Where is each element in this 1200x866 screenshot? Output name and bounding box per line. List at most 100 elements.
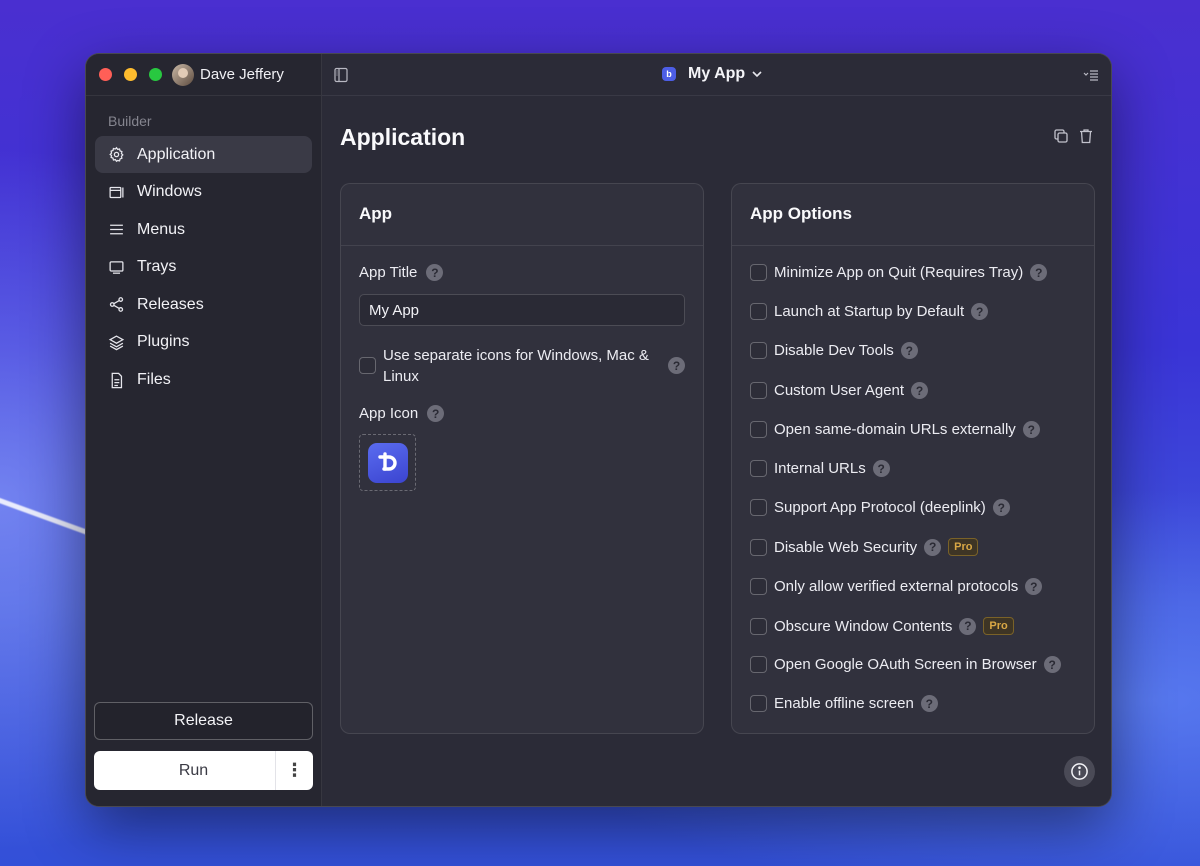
app-option-checkbox[interactable]	[750, 303, 767, 320]
help-icon[interactable]: ?	[1022, 421, 1040, 438]
app-option-checkbox[interactable]	[750, 264, 767, 281]
sidebar: Dave Jeffery Builder Application Windows	[86, 54, 322, 806]
info-button[interactable]	[1064, 756, 1095, 787]
sidebar-nav: Application Windows Menus Trays Releases…	[86, 136, 321, 399]
app-options-card-title: App Options	[732, 184, 1094, 246]
sidebar-item-menus[interactable]: Menus	[95, 211, 312, 248]
app-option-checkbox[interactable]	[750, 499, 767, 516]
sidebar-item-application[interactable]: Application	[95, 136, 312, 173]
app-option-checkbox[interactable]	[750, 695, 767, 712]
app-option-label: Enable offline screen	[774, 695, 914, 712]
help-icon[interactable]: ?	[971, 303, 989, 320]
app-option-row: Disable Dev Tools?	[750, 342, 918, 359]
gear-icon	[107, 146, 125, 164]
app-option-label: Open Google OAuth Screen in Browser	[774, 656, 1037, 673]
app-option-row: Minimize App on Quit (Requires Tray)?	[750, 264, 1048, 281]
app-option-label: Support App Protocol (deeplink)	[774, 499, 986, 516]
app-option-checkbox[interactable]	[750, 578, 767, 595]
app-window: Dave Jeffery Builder Application Windows	[85, 53, 1112, 807]
main-content: b My App Application App App Title ? My …	[322, 54, 1111, 806]
app-option-checkbox[interactable]	[750, 617, 767, 635]
app-option-checkbox[interactable]	[750, 460, 767, 477]
app-option-label: Minimize App on Quit (Requires Tray)	[774, 264, 1024, 281]
help-icon[interactable]: ?	[1025, 578, 1043, 595]
app-option-label: Launch at Startup by Default	[774, 303, 965, 320]
app-option-checkbox[interactable]	[750, 382, 767, 399]
help-icon[interactable]: ?	[668, 357, 685, 374]
separate-icons-checkbox[interactable]	[359, 357, 376, 374]
app-icon-image	[367, 442, 408, 483]
run-button-label: Run	[178, 761, 209, 779]
help-icon[interactable]: ?	[872, 460, 890, 477]
sidebar-item-label: Releases	[137, 295, 204, 313]
minimize-window-button[interactable]	[124, 68, 137, 81]
help-icon[interactable]: ?	[992, 499, 1010, 516]
help-icon[interactable]: ?	[427, 405, 445, 422]
help-icon[interactable]: ?	[920, 695, 938, 712]
app-option-row: Enable offline screen?	[750, 695, 938, 712]
copy-icon[interactable]	[1053, 128, 1069, 144]
user-name[interactable]: Dave Jeffery	[200, 66, 284, 83]
app-option-row: Support App Protocol (deeplink)?	[750, 499, 1010, 516]
app-icon-label-row: App Icon ?	[359, 405, 445, 422]
app-card: App App Title ? Use separate icons for W…	[340, 183, 704, 734]
sidebar-item-files[interactable]: Files	[95, 362, 312, 399]
page-title: Application	[340, 124, 466, 150]
sidebar-item-releases[interactable]: Releases	[95, 286, 312, 323]
sidebar-item-label: Files	[137, 371, 171, 389]
sidebar-item-trays[interactable]: Trays	[95, 249, 312, 286]
sidebar-section-label: Builder	[108, 113, 152, 129]
sidebar-item-label: Menus	[137, 220, 186, 238]
help-icon[interactable]: ?	[1030, 264, 1048, 281]
help-icon[interactable]: ?	[924, 538, 942, 556]
app-option-label: Internal URLs	[774, 460, 866, 477]
help-icon[interactable]: ?	[900, 342, 918, 359]
separate-icons-row: Use separate icons for Windows, Mac & Li…	[359, 345, 685, 387]
sidebar-item-label: Application	[137, 145, 216, 163]
sidebar-item-plugins[interactable]: Plugins	[95, 324, 312, 361]
app-option-checkbox[interactable]	[750, 342, 767, 359]
help-icon[interactable]: ?	[1043, 656, 1061, 673]
app-option-label: Disable Web Security	[774, 538, 918, 556]
document-icon	[107, 371, 125, 389]
sidebar-item-label: Windows	[137, 183, 202, 201]
share-nodes-icon	[107, 296, 125, 314]
trash-icon[interactable]	[1079, 128, 1093, 144]
app-option-label: Open same-domain URLs externally	[774, 421, 1016, 438]
app-options-card: App Options Minimize App on Quit (Requir…	[731, 183, 1095, 734]
app-title-label-row: App Title ?	[359, 264, 444, 281]
window-titlebar-left: Dave Jeffery	[86, 54, 321, 96]
sidebar-item-windows[interactable]: Windows	[95, 174, 312, 211]
avatar[interactable]	[172, 63, 194, 86]
app-option-row: Only allow verified external protocols?	[750, 578, 1043, 595]
app-icon-dropzone[interactable]	[359, 434, 416, 491]
app-option-checkbox[interactable]	[750, 656, 767, 673]
app-title-input[interactable]	[359, 294, 685, 326]
app-option-row: Launch at Startup by Default?	[750, 303, 989, 320]
app-option-row: Custom User Agent?	[750, 382, 929, 399]
help-icon[interactable]: ?	[426, 264, 444, 281]
run-button[interactable]: Run ⋮	[94, 751, 313, 790]
sidebar-toggle-icon[interactable]	[333, 67, 349, 83]
release-button[interactable]: Release	[94, 702, 313, 740]
app-option-label: Only allow verified external protocols	[774, 578, 1019, 595]
app-option-row: Internal URLs?	[750, 460, 890, 477]
chevron-down-icon	[751, 68, 763, 80]
window-menu-icon[interactable]	[1083, 68, 1099, 82]
run-more-options-button[interactable]: ⋮	[275, 751, 313, 790]
help-icon[interactable]: ?	[911, 382, 929, 399]
window-icon	[107, 183, 125, 201]
app-switcher-dropdown[interactable]: b My App	[662, 65, 763, 83]
app-option-row: Open Google OAuth Screen in Browser?	[750, 656, 1061, 673]
close-window-button[interactable]	[99, 68, 112, 81]
app-icon-label: App Icon	[359, 405, 419, 422]
app-logo-icon: b	[662, 67, 676, 81]
zoom-window-button[interactable]	[149, 68, 162, 81]
separate-icons-label: Use separate icons for Windows, Mac & Li…	[383, 347, 649, 385]
window-titlebar: b My App	[322, 54, 1111, 96]
app-option-checkbox[interactable]	[750, 538, 767, 556]
help-icon[interactable]: ?	[959, 617, 977, 635]
app-option-row: Open same-domain URLs externally?	[750, 421, 1040, 438]
app-option-checkbox[interactable]	[750, 421, 767, 438]
app-option-label: Obscure Window Contents	[774, 617, 953, 635]
